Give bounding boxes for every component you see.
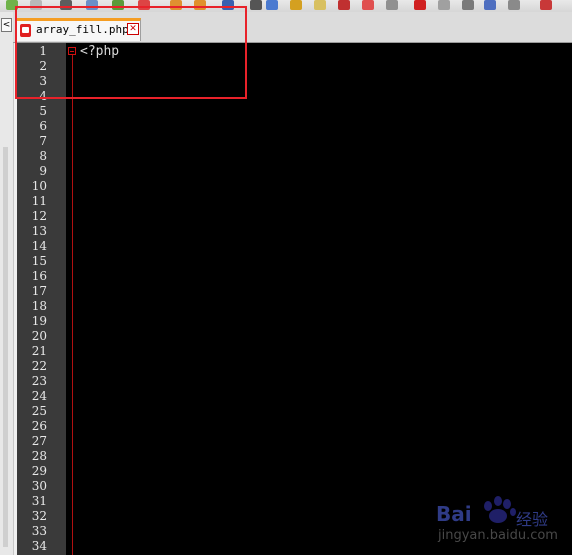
- tab-array-fill[interactable]: array_fill.php ✕: [16, 18, 141, 41]
- collapse-panel-button[interactable]: <: [1, 18, 12, 32]
- baidu-jingyan-watermark: Bai 经验 jingyan.baidu.com: [436, 492, 564, 548]
- indent-icon[interactable]: [314, 0, 326, 10]
- line-number: 11: [31, 194, 47, 208]
- tool-icon-b[interactable]: [484, 0, 496, 10]
- line-number: 34: [31, 539, 47, 553]
- line-number: 4: [39, 89, 47, 103]
- line-number: 25: [31, 404, 47, 418]
- line-number: 3: [39, 74, 47, 88]
- spell-icon[interactable]: [438, 0, 450, 10]
- line-number: 31: [31, 494, 47, 508]
- new-file-icon[interactable]: [30, 0, 42, 10]
- close-tab-button[interactable]: ✕: [127, 23, 139, 35]
- open-icon[interactable]: [60, 0, 72, 10]
- macro-stop-icon[interactable]: [362, 0, 374, 10]
- line-number: 16: [31, 269, 47, 283]
- find-icon[interactable]: [250, 0, 262, 10]
- tab-bar: array_fill.php ✕: [13, 12, 572, 43]
- run-icon[interactable]: [414, 0, 426, 10]
- tool-icon-d[interactable]: [540, 0, 552, 10]
- line-number: 20: [31, 329, 47, 343]
- fold-margin: [66, 43, 80, 555]
- watermark-brand-suffix: 经验: [516, 510, 549, 529]
- code-editor[interactable]: 1 2 3 4 5 6 7 8 9 10 11 12 13 14 15 16 17 18 19 20 21 22 23 24 2…: [17, 43, 572, 555]
- line-number: 27: [31, 434, 47, 448]
- watermark-url: jingyan.baidu.com: [438, 528, 558, 543]
- unsaved-file-icon: [20, 24, 31, 37]
- back-icon[interactable]: [6, 0, 18, 10]
- line-number: 33: [31, 524, 47, 538]
- undo-icon[interactable]: [194, 0, 206, 10]
- line-number: 6: [39, 119, 47, 133]
- line-number: 18: [31, 299, 47, 313]
- cut-icon[interactable]: [112, 0, 124, 10]
- line-number: 15: [31, 254, 47, 268]
- fold-guide-line: [72, 55, 73, 555]
- paste-icon[interactable]: [170, 0, 182, 10]
- line-number: 2: [39, 59, 47, 73]
- line-number: 19: [31, 314, 47, 328]
- line-number: 12: [31, 209, 47, 223]
- code-line-1[interactable]: <?php: [80, 44, 119, 59]
- left-panel: <: [0, 12, 14, 555]
- macro-record-icon[interactable]: [338, 0, 350, 10]
- line-number: 14: [31, 239, 47, 253]
- zoom-icon[interactable]: [266, 0, 278, 10]
- save-icon[interactable]: [86, 0, 98, 10]
- line-number: 1: [39, 44, 47, 58]
- line-number: 8: [39, 149, 47, 163]
- wrap-icon[interactable]: [290, 0, 302, 10]
- line-number: 23: [31, 374, 47, 388]
- line-number: 9: [39, 164, 47, 178]
- line-number: 30: [31, 479, 47, 493]
- line-number: 13: [31, 224, 47, 238]
- redo-icon[interactable]: [222, 0, 234, 10]
- left-panel-scrollbar[interactable]: [3, 147, 8, 547]
- fold-collapse-icon[interactable]: [68, 47, 76, 55]
- line-number: 26: [31, 419, 47, 433]
- copy-icon[interactable]: [138, 0, 150, 10]
- line-number-gutter: 1 2 3 4 5 6 7 8 9 10 11 12 13 14 15 16 17 18 19 20 21 22 23 24 2…: [17, 43, 66, 555]
- tab-label: array_fill.php: [36, 23, 129, 36]
- line-number: 10: [31, 179, 47, 193]
- line-number: 21: [31, 344, 47, 358]
- tool-icon-a[interactable]: [462, 0, 474, 10]
- line-number: 5: [39, 104, 47, 118]
- tool-icon-c[interactable]: [508, 0, 520, 10]
- line-number: 22: [31, 359, 47, 373]
- line-number: 29: [31, 464, 47, 478]
- macro-play-icon[interactable]: [386, 0, 398, 10]
- line-number: 17: [31, 284, 47, 298]
- line-number: 28: [31, 449, 47, 463]
- watermark-brand: Bai: [436, 502, 472, 526]
- line-number: 32: [31, 509, 47, 523]
- line-number: 7: [39, 134, 47, 148]
- line-number: 24: [31, 389, 47, 403]
